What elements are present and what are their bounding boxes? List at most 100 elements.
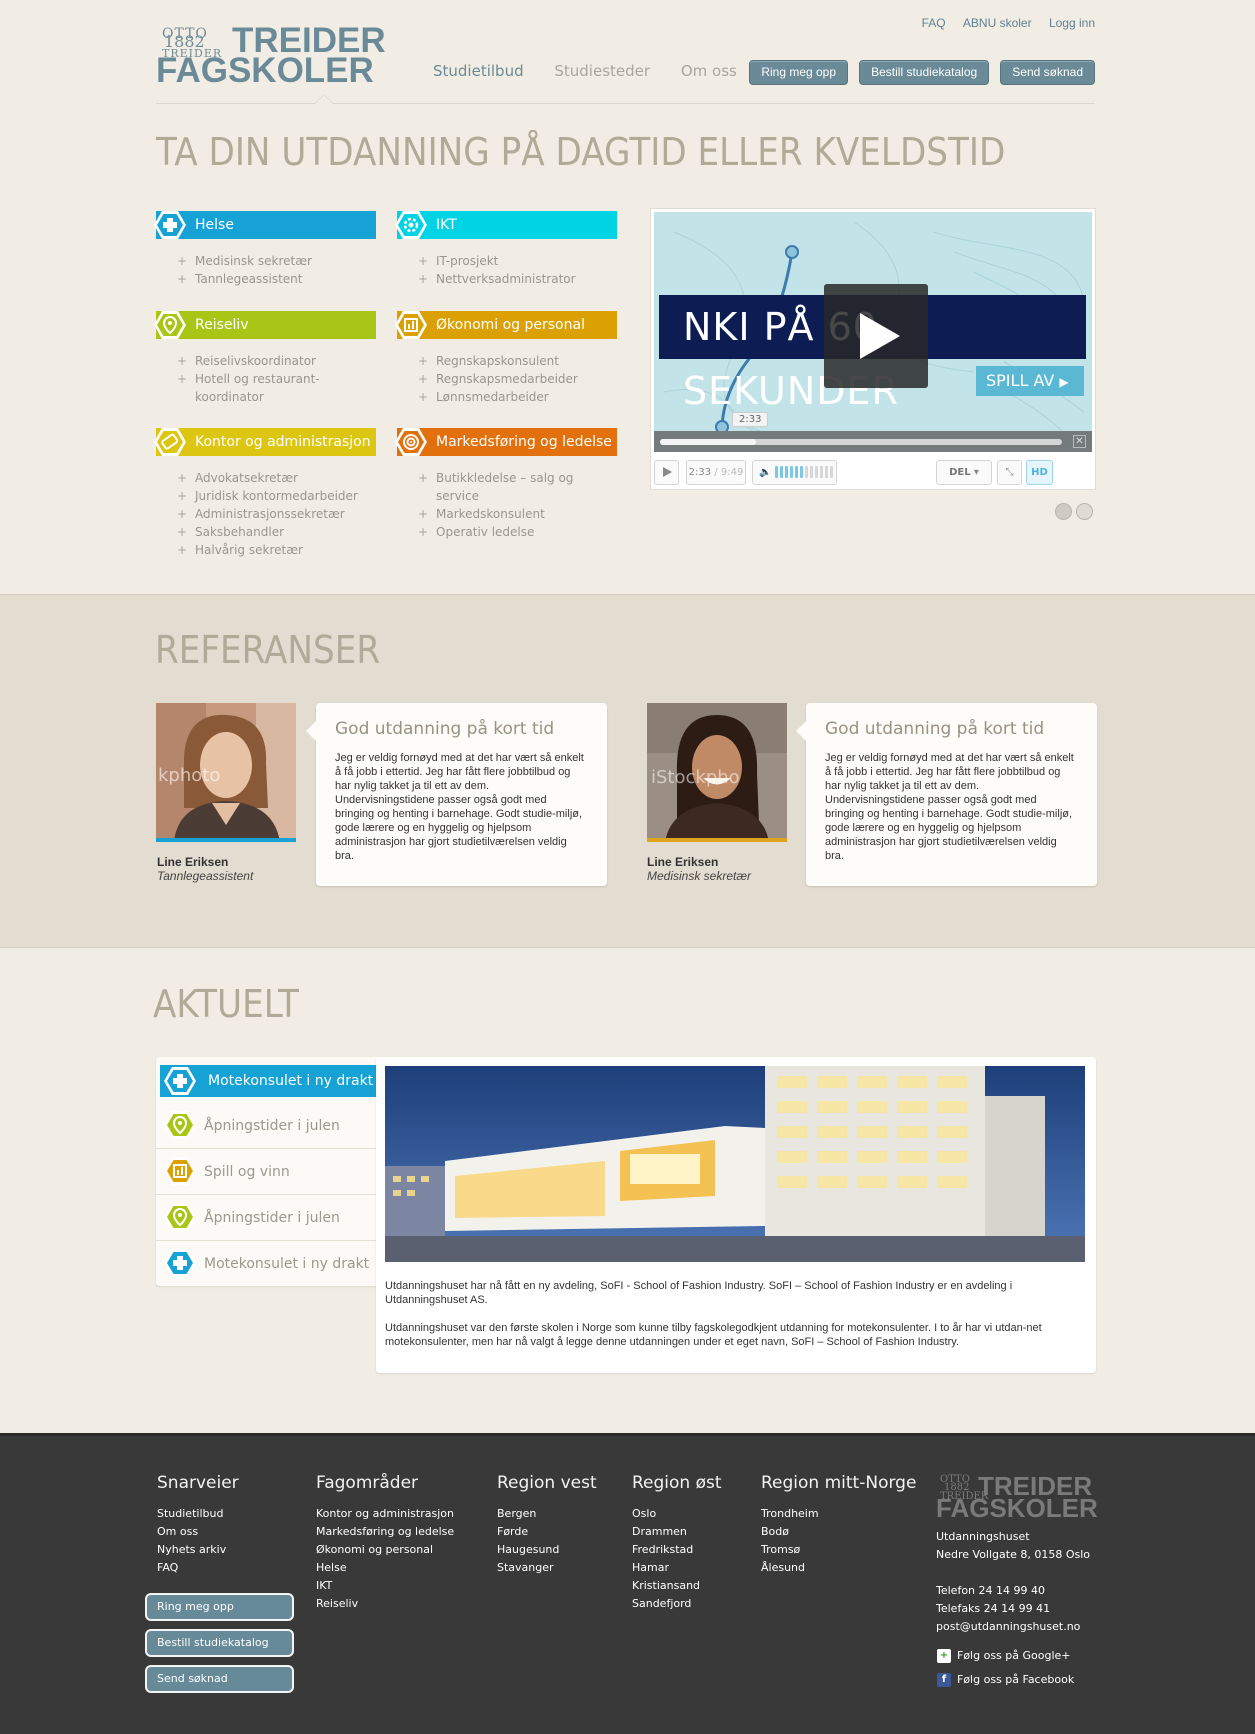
footer-link[interactable]: Tromsø <box>761 1541 916 1559</box>
category-item[interactable]: + Advokatsekretær <box>177 469 376 487</box>
footer-logo[interactable]: OTTO 1882 TREIDER TREIDER FAGSKOLER <box>936 1473 1098 1521</box>
footer-link[interactable]: Hamar <box>632 1559 722 1577</box>
nav-om-oss[interactable]: Om oss <box>681 62 737 80</box>
category-item-label: Butikkledelse – salg og service <box>436 471 574 503</box>
category-list: + Butikkledelse – salg og service + Markeds… <box>418 469 617 541</box>
category-header[interactable]: Helse <box>154 211 376 239</box>
plus-icon: + <box>177 507 188 521</box>
footer-link[interactable]: Økonomi og personal <box>316 1541 454 1559</box>
volume-bar[interactable] <box>829 466 833 478</box>
login-link[interactable]: Logg inn <box>1049 16 1095 30</box>
progress-bar[interactable]: ✕ <box>654 431 1092 452</box>
volume-bar[interactable] <box>789 466 793 478</box>
hd-button[interactable]: HD <box>1026 460 1053 485</box>
news-list-item[interactable]: Åpningstider i julen <box>156 1103 376 1149</box>
footer-link[interactable]: Trondheim <box>761 1505 916 1523</box>
category-item[interactable]: + Hotell og restaurant-koordinator <box>177 370 376 406</box>
footer-link[interactable]: Bodø <box>761 1523 916 1541</box>
footer-link[interactable]: Sandefjord <box>632 1595 722 1613</box>
category-item[interactable]: + Operativ ledelse <box>418 523 617 541</box>
volume-bar[interactable] <box>784 466 788 478</box>
footer-link[interactable]: FAQ <box>157 1559 239 1577</box>
footer-link[interactable]: Stavanger <box>497 1559 597 1577</box>
category-header[interactable]: Reiseliv <box>154 311 376 339</box>
chart-icon <box>395 311 427 339</box>
category-item[interactable]: + Tannlegeassistent <box>177 270 376 288</box>
footer-link[interactable]: Reiseliv <box>316 1595 454 1613</box>
footer-link[interactable]: Drammen <box>632 1523 722 1541</box>
category-item[interactable]: + IT-prosjekt <box>418 252 617 270</box>
news-list-item[interactable]: Spill og vinn <box>156 1149 376 1195</box>
slide-dot-2[interactable] <box>1076 503 1093 520</box>
volume-control[interactable]: 🔈 <box>752 460 837 485</box>
play-overlay-button[interactable] <box>824 284 928 388</box>
bestill-katalog-button[interactable]: Bestill studiekatalog <box>859 60 990 85</box>
video-screen[interactable]: NKI PÅ 60 SEKUNDER SPILL AV ▶ 2:33 ✕ <box>654 212 1092 452</box>
category-list: + Medisinsk sekretær + Tannlegeassistent <box>177 252 376 288</box>
footer-link[interactable]: Førde <box>497 1523 597 1541</box>
share-button[interactable]: DEL ▾ <box>936 460 992 485</box>
category-header[interactable]: IKT <box>395 211 617 239</box>
category-item[interactable]: + Markedskonsulent <box>418 505 617 523</box>
volume-bar[interactable] <box>814 466 818 478</box>
contact-email-link[interactable]: post@utdanningshuset.no <box>936 1618 1090 1636</box>
footer-link[interactable]: Studietilbud <box>157 1505 239 1523</box>
category-item[interactable]: + Nettverksadministrator <box>418 270 617 288</box>
volume-bar[interactable] <box>794 466 798 478</box>
volume-bars[interactable] <box>774 466 835 478</box>
category-item[interactable]: + Halvårig sekretær <box>177 541 376 559</box>
footer-link[interactable]: Markedsføring og ledelse <box>316 1523 454 1541</box>
abnu-link[interactable]: ABNU skoler <box>963 16 1032 30</box>
category-item[interactable]: + Regnskapsmedarbeider <box>418 370 617 388</box>
footer-ring-meg-opp-button[interactable]: Ring meg opp <box>145 1593 294 1621</box>
footer-bestill-katalog-button[interactable]: Bestill studiekatalog <box>145 1629 294 1657</box>
volume-bar[interactable] <box>799 466 803 478</box>
footer-link[interactable]: Bergen <box>497 1505 597 1523</box>
volume-bar[interactable] <box>804 466 808 478</box>
footer-link[interactable]: Haugesund <box>497 1541 597 1559</box>
category-header[interactable]: Markedsføring og ledelse <box>395 428 617 456</box>
volume-bar[interactable] <box>819 466 823 478</box>
slide-dot-1[interactable] <box>1055 503 1072 520</box>
footer-link[interactable]: Kristiansand <box>632 1577 722 1595</box>
category-header[interactable]: Økonomi og personal <box>395 311 617 339</box>
news-list-item[interactable]: Motekonsulet i ny drakt <box>156 1241 376 1287</box>
category-item[interactable]: + Lønnsmedarbeider <box>418 388 617 406</box>
fullscreen-button[interactable]: ⤡ <box>997 460 1022 485</box>
footer-link[interactable]: Ålesund <box>761 1559 916 1577</box>
facebook-link[interactable]: f Følg oss på Facebook <box>937 1673 1074 1687</box>
logo[interactable]: OTTO 1882 TREIDER TREIDER FAGSKOLER <box>156 23 386 90</box>
footer-link[interactable]: Kontor og administrasjon <box>316 1505 454 1523</box>
category-item[interactable]: + Administrasjonssekretær <box>177 505 376 523</box>
news-list-item[interactable]: Åpningstider i julen <box>156 1195 376 1241</box>
volume-bar[interactable] <box>809 466 813 478</box>
footer-send-soknad-button[interactable]: Send søknad <box>145 1665 294 1693</box>
send-soknad-button[interactable]: Send søknad <box>1000 60 1095 85</box>
nav-studiesteder[interactable]: Studiesteder <box>554 62 650 80</box>
nav-studietilbud[interactable]: Studietilbud <box>433 62 524 80</box>
category-item[interactable]: + Reiselivskoordinator <box>177 352 376 370</box>
spill-av-button[interactable]: SPILL AV ▶ <box>976 366 1084 396</box>
footer-link[interactable]: IKT <box>316 1577 454 1595</box>
category-item[interactable]: + Saksbehandler <box>177 523 376 541</box>
category-item[interactable]: + Butikkledelse – salg og service <box>418 469 617 505</box>
close-icon[interactable]: ✕ <box>1073 435 1086 448</box>
footer-link[interactable]: Nyhets arkiv <box>157 1541 239 1559</box>
footer-link[interactable]: Helse <box>316 1559 454 1577</box>
footer-link[interactable]: Oslo <box>632 1505 722 1523</box>
footer-link[interactable]: Fredrikstad <box>632 1541 722 1559</box>
progress-track[interactable] <box>660 439 1062 445</box>
play-button[interactable] <box>654 460 679 485</box>
news-list-item[interactable]: Motekonsulet i ny drakt <box>160 1065 376 1097</box>
volume-bar[interactable] <box>779 466 783 478</box>
footer-link[interactable]: Om oss <box>157 1523 239 1541</box>
volume-bar[interactable] <box>774 466 778 478</box>
category-header[interactable]: Kontor og administrasjon <box>154 428 376 456</box>
category-item[interactable]: + Juridisk kontormedarbeider <box>177 487 376 505</box>
volume-bar[interactable] <box>824 466 828 478</box>
ring-meg-opp-button[interactable]: Ring meg opp <box>749 60 849 85</box>
category-item[interactable]: + Medisinsk sekretær <box>177 252 376 270</box>
google-plus-link[interactable]: + Følg oss på Google+ <box>937 1649 1071 1663</box>
faq-link[interactable]: FAQ <box>922 16 946 30</box>
category-item[interactable]: + Regnskapskonsulent <box>418 352 617 370</box>
